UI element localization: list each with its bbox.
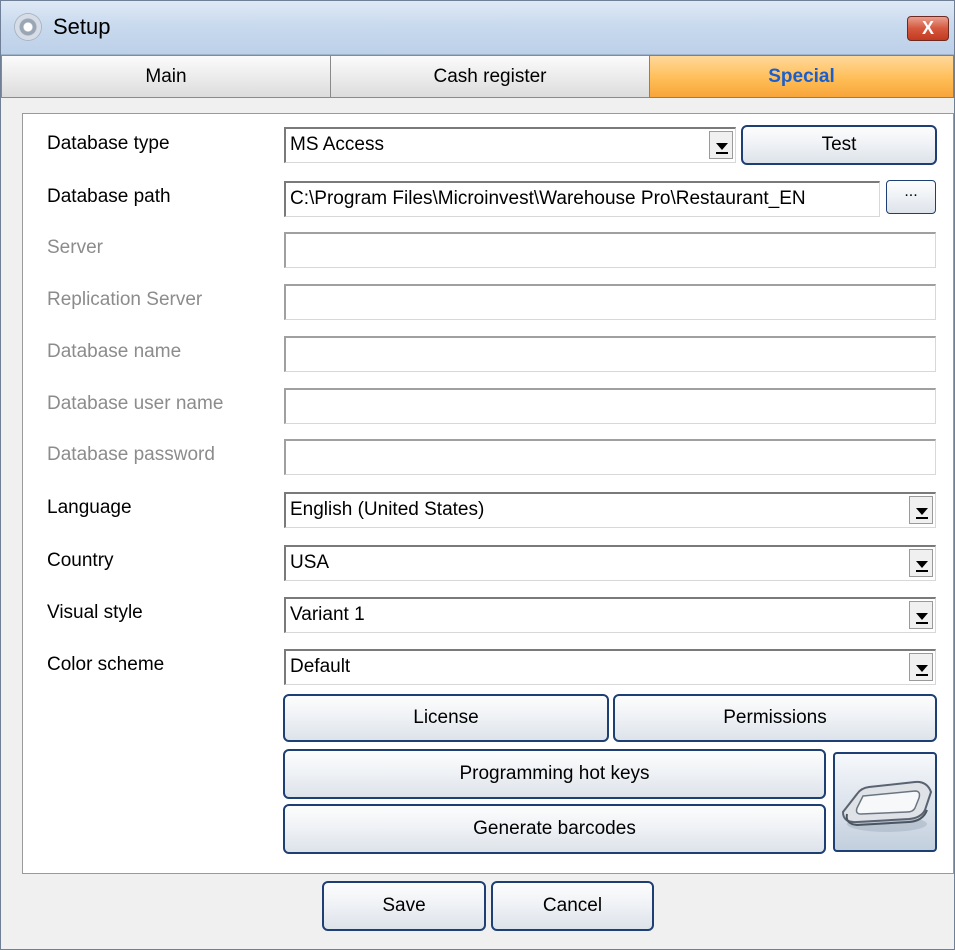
replication-server-label: Replication Server [47, 289, 203, 310]
country-select[interactable]: USA [284, 545, 936, 581]
chevron-down-icon[interactable] [909, 496, 933, 524]
country-label: Country [47, 550, 114, 571]
keyboard-device-icon [841, 780, 933, 832]
database-path-label: Database path [47, 186, 171, 207]
visual-style-label: Visual style [47, 602, 143, 623]
color-scheme-label: Color scheme [47, 654, 165, 675]
language-select[interactable]: English (United States) [284, 492, 936, 528]
programming-hot-keys-button[interactable]: Programming hot keys [283, 749, 826, 799]
chevron-down-icon[interactable] [909, 653, 933, 681]
generate-barcodes-button[interactable]: Generate barcodes [283, 804, 826, 854]
server-field[interactable] [284, 232, 936, 268]
language-value: English (United States) [290, 499, 485, 520]
language-label: Language [47, 497, 132, 518]
database-user-name-label: Database user name [47, 393, 224, 414]
database-password-field[interactable] [284, 439, 936, 475]
database-name-field[interactable] [284, 336, 936, 372]
tab-strip: Main Cash register Special [1, 55, 954, 98]
cancel-button[interactable]: Cancel [491, 881, 654, 931]
server-label: Server [47, 237, 103, 258]
permissions-button[interactable]: Permissions [613, 694, 937, 742]
database-type-select[interactable]: MS Access [284, 127, 736, 163]
visual-style-value: Variant 1 [290, 604, 365, 625]
database-path-field[interactable]: C:\Program Files\Microinvest\Warehouse P… [284, 181, 880, 217]
database-password-label: Database password [47, 444, 215, 465]
color-scheme-select[interactable]: Default [284, 649, 936, 685]
visual-style-select[interactable]: Variant 1 [284, 597, 936, 633]
chevron-down-icon[interactable] [709, 131, 733, 159]
tab-main[interactable]: Main [1, 55, 331, 98]
chevron-down-icon[interactable] [909, 601, 933, 629]
database-type-label: Database type [47, 133, 170, 154]
replication-server-field[interactable] [284, 284, 936, 320]
country-value: USA [290, 552, 330, 573]
license-button[interactable]: License [283, 694, 609, 742]
settings-gear-icon [15, 14, 41, 40]
save-button[interactable]: Save [322, 881, 486, 931]
database-name-label: Database name [47, 341, 182, 362]
color-scheme-value: Default [290, 656, 351, 677]
setup-window: Setup X Main Cash register Special Datab… [0, 0, 955, 950]
title-bar: Setup X [1, 1, 954, 55]
browse-path-button[interactable]: ... [886, 180, 936, 214]
window-title: Setup [53, 14, 111, 39]
tab-cash-register[interactable]: Cash register [330, 55, 650, 98]
chevron-down-icon[interactable] [909, 549, 933, 577]
tab-special[interactable]: Special [649, 55, 954, 98]
database-user-name-field[interactable] [284, 388, 936, 424]
close-button[interactable]: X [907, 16, 949, 41]
test-connection-button[interactable]: Test [741, 125, 937, 165]
keyboard-device-button[interactable] [833, 752, 937, 852]
database-type-value: MS Access [290, 134, 384, 155]
